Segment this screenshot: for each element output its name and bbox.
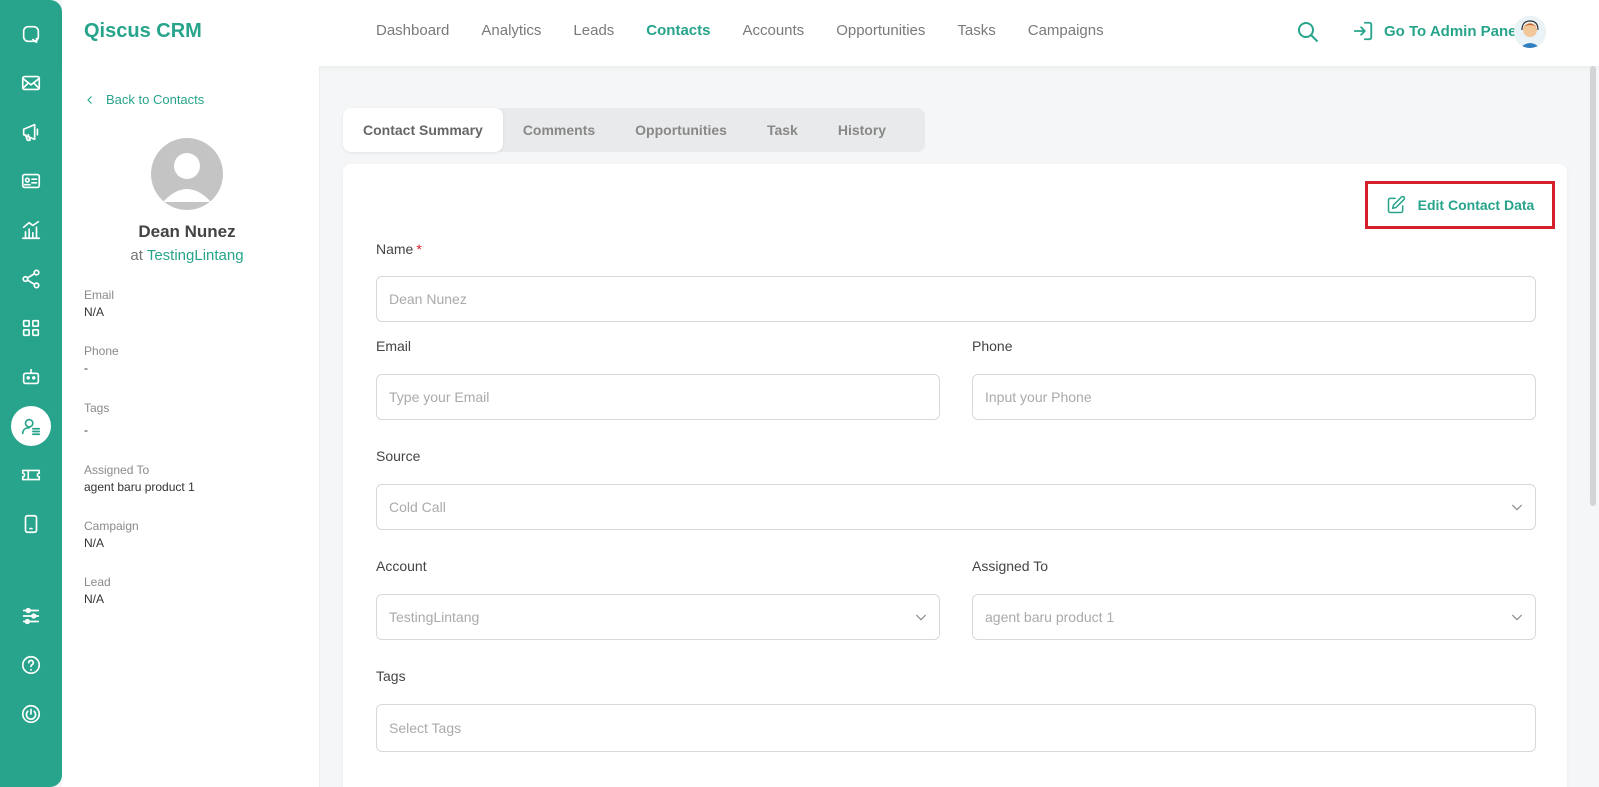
chart-icon[interactable] (11, 210, 51, 250)
mail-icon[interactable] (11, 63, 51, 103)
assigned-label: Assigned To (972, 558, 1049, 574)
id-card-icon[interactable] (11, 161, 51, 201)
phone-field[interactable]: Input your Phone (972, 374, 1536, 420)
ticket-icon[interactable] (11, 455, 51, 495)
chevron-down-icon (1509, 499, 1525, 515)
nav-item-accounts[interactable]: Accounts (742, 22, 804, 39)
account-select[interactable]: TestingLintang (376, 594, 940, 640)
nav-item-tasks[interactable]: Tasks (957, 22, 995, 39)
contact-name: Dean Nunez (138, 222, 236, 241)
contact-tabs: Contact Summary Comments Opportunities T… (343, 108, 925, 152)
name-field[interactable]: Dean Nunez (376, 276, 1536, 322)
edit-contact-button[interactable]: Edit Contact Data (1365, 181, 1555, 229)
tab-task[interactable]: Task (747, 108, 818, 152)
contact-icon[interactable] (11, 406, 51, 446)
nav-item-dashboard[interactable]: Dashboard (376, 22, 449, 39)
apps-icon[interactable] (11, 308, 51, 348)
tab-history[interactable]: History (818, 108, 906, 152)
nav-item-contacts[interactable]: Contacts (646, 22, 710, 39)
company-link[interactable]: TestingLintang (147, 247, 244, 264)
tags-select[interactable]: Select Tags (376, 704, 1536, 752)
share-icon[interactable] (11, 259, 51, 299)
nav-item-leads[interactable]: Leads (573, 22, 614, 39)
contact-summary-card: Edit Contact Data Name * Dean Nunez Email… (343, 164, 1567, 787)
edit-label: Edit Contact Data (1417, 197, 1535, 213)
source-select[interactable]: Cold Call (376, 484, 1536, 530)
chat-icon[interactable] (11, 14, 51, 54)
top-bar: Qiscus CRM Dashboard Analytics Leads Contac… (62, 0, 1599, 66)
help-icon[interactable] (11, 645, 51, 685)
account-label: Account (376, 558, 427, 574)
source-label: Source (376, 448, 421, 464)
tab-comments[interactable]: Comments (503, 108, 615, 152)
detail-field-campaign: Campaign N/A (84, 519, 139, 550)
nav-item-analytics[interactable]: Analytics (481, 22, 541, 39)
chevron-down-icon (1509, 609, 1525, 625)
nav-item-campaigns[interactable]: Campaigns (1028, 22, 1104, 39)
assigned-value: agent baru product 1 (985, 609, 1115, 625)
brand-logo[interactable]: Qiscus CRM (84, 20, 202, 43)
email-label: Email (376, 338, 412, 354)
tab-contact-summary[interactable]: Contact Summary (343, 108, 503, 152)
left-rail (0, 0, 62, 787)
detail-field-email: Email N/A (84, 288, 115, 319)
detail-field-lead: Lead N/A (84, 575, 111, 606)
user-avatar[interactable] (1514, 16, 1546, 48)
assigned-select[interactable]: agent baru product 1 (972, 594, 1536, 640)
phone-label: Phone (972, 338, 1013, 354)
email-field[interactable]: Type your Email (376, 374, 940, 420)
required-mark: * (416, 241, 422, 257)
main-nav: Dashboard Analytics Leads Contacts Accounts O… (376, 22, 1136, 39)
tab-opportunities[interactable]: Opportunities (615, 108, 747, 152)
name-label: Name * (376, 241, 422, 257)
go-to-admin-button[interactable]: Go To Admin Panel (1352, 20, 1521, 42)
megaphone-icon[interactable] (11, 112, 51, 152)
tags-label: Tags (376, 668, 406, 684)
detail-field-assigned: Assigned To agent baru product 1 (84, 463, 195, 494)
nav-item-opportunities[interactable]: Opportunities (836, 22, 925, 39)
back-to-contacts-link[interactable]: Back to Contacts (84, 92, 204, 107)
power-icon[interactable] (11, 694, 51, 734)
login-icon (1353, 21, 1373, 41)
detail-field-phone: Phone - (84, 344, 119, 375)
admin-label: Go To Admin Panel (1384, 22, 1521, 40)
search-icon[interactable] (1296, 20, 1322, 46)
chevron-left-icon (87, 95, 92, 104)
detail-field-tags: Tags - (84, 401, 110, 437)
back-label: Back to Contacts (106, 92, 205, 107)
contact-avatar (151, 138, 223, 210)
contact-company-line: at TestingLintang (62, 247, 312, 264)
mobile-icon[interactable] (11, 504, 51, 544)
page-scrollbar[interactable] (1590, 66, 1596, 506)
at-label: at (130, 247, 143, 264)
sliders-icon[interactable] (11, 596, 51, 636)
bot-icon[interactable] (11, 357, 51, 397)
account-value: TestingLintang (389, 609, 480, 625)
contact-detail-panel: Back to Contacts Dean Nunez at TestingLi… (62, 66, 320, 787)
edit-icon (1387, 195, 1405, 214)
source-value: Cold Call (389, 499, 446, 515)
chevron-down-icon (913, 609, 929, 625)
